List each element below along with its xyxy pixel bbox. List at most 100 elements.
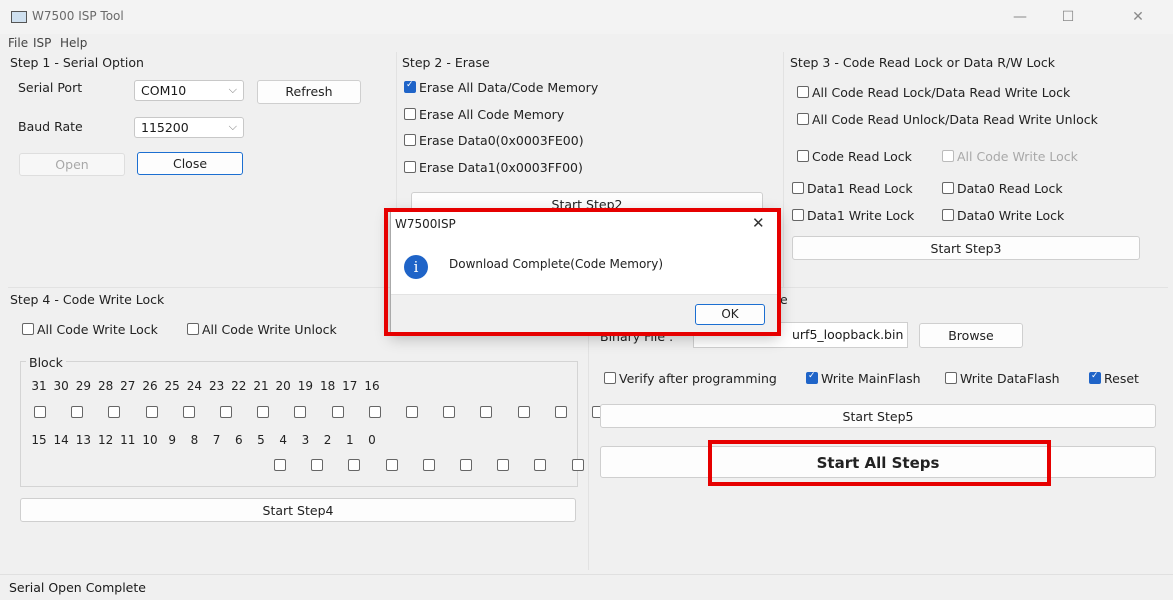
block-checkbox[interactable]: [311, 459, 324, 471]
block-checkbox[interactable]: [422, 459, 435, 471]
verify-after-programming-checkbox[interactable]: Verify after programming: [604, 371, 777, 386]
menu-help[interactable]: Help: [60, 36, 87, 50]
all-code-read-lock-checkbox[interactable]: All Code Read Lock/Data Read Write Lock: [797, 85, 1070, 100]
baud-rate-select[interactable]: 115200 ⌵: [134, 117, 244, 138]
data1-read-lock-checkbox[interactable]: Data1 Read Lock: [792, 181, 913, 196]
erase-data1-checkbox[interactable]: Erase Data1(0x0003FF00): [404, 160, 583, 175]
block-number: 15: [31, 433, 47, 447]
block-checkbox[interactable]: [220, 406, 232, 418]
checkbox-icon: [604, 372, 616, 384]
block-number: 6: [234, 433, 243, 447]
checkbox-icon: [942, 209, 954, 221]
start-all-steps-button[interactable]: Start All Steps: [600, 446, 1156, 478]
checkbox-icon: [797, 150, 809, 162]
data0-write-lock-checkbox[interactable]: Data0 Write Lock: [942, 208, 1064, 223]
erase-all-code-checkbox[interactable]: Erase All Code Memory: [404, 107, 564, 122]
block-checkbox[interactable]: [34, 406, 46, 418]
block-checkbox[interactable]: [460, 459, 472, 471]
all-code-write-unlock-checkbox[interactable]: All Code Write Unlock: [187, 322, 337, 337]
block-checkbox[interactable]: [71, 406, 84, 418]
close-window-button[interactable]: ✕: [1118, 4, 1158, 30]
write-dataflash-checkbox[interactable]: Write DataFlash: [945, 371, 1060, 386]
dialog-close-icon[interactable]: ✕: [752, 214, 765, 232]
block-number: 29: [75, 379, 92, 393]
block-checkbox[interactable]: [331, 406, 344, 418]
ok-button[interactable]: OK: [695, 304, 765, 325]
divider: [783, 52, 784, 287]
block-checkbox[interactable]: [517, 406, 530, 418]
block-checkbox[interactable]: [368, 406, 381, 418]
block-number: 20: [275, 379, 291, 393]
all-code-read-unlock-checkbox[interactable]: All Code Read Unlock/Data Read Write Unl…: [797, 112, 1098, 127]
erase-all-data-code-checkbox[interactable]: Erase All Data/Code Memory: [404, 80, 598, 95]
block-number: 1: [345, 433, 354, 447]
block-number: 19: [297, 379, 314, 393]
start-step4-button[interactable]: Start Step4: [20, 498, 576, 522]
minimize-button[interactable]: —: [1000, 4, 1040, 30]
block-checkbox[interactable]: [571, 459, 584, 471]
block-checkbox[interactable]: [443, 406, 456, 418]
block-checkbox[interactable]: [406, 406, 418, 418]
open-button[interactable]: Open: [19, 153, 125, 176]
reset-checkbox[interactable]: Reset: [1089, 371, 1139, 386]
block-checkbox[interactable]: [108, 406, 121, 418]
title-bar: [0, 0, 1173, 34]
all-code-write-lock-step4-checkbox[interactable]: All Code Write Lock: [22, 322, 158, 337]
menu-file[interactable]: File: [8, 36, 28, 50]
data0-read-lock-checkbox[interactable]: Data0 Read Lock: [942, 181, 1063, 196]
start-step3-button[interactable]: Start Step3: [792, 236, 1140, 260]
window-title: W7500 ISP Tool: [32, 9, 124, 23]
erase-data0-checkbox[interactable]: Erase Data0(0x0003FE00): [404, 133, 584, 148]
browse-button[interactable]: Browse: [919, 323, 1023, 348]
dialog-message: Download Complete(Code Memory): [449, 257, 663, 271]
block-number: 22: [231, 379, 247, 393]
block-number: 25: [164, 379, 180, 393]
block-number: 30: [53, 379, 69, 393]
block-checkbox[interactable]: [534, 459, 547, 471]
status-text: Serial Open Complete: [9, 580, 146, 595]
block-number: 17: [342, 379, 358, 393]
block-checkbox[interactable]: [554, 406, 567, 418]
block-checkbox[interactable]: [145, 406, 158, 418]
code-read-lock-checkbox[interactable]: Code Read Lock: [797, 149, 912, 164]
block-number: 27: [120, 379, 136, 393]
checkbox-checked-icon: [404, 80, 416, 93]
block-checkbox[interactable]: [480, 406, 493, 418]
close-port-button[interactable]: Close: [137, 152, 243, 175]
block-number: 9: [168, 433, 176, 447]
refresh-button[interactable]: Refresh: [257, 80, 361, 104]
serial-port-select[interactable]: COM10 ⌵: [134, 80, 244, 101]
checkbox-icon: [404, 108, 416, 120]
baud-rate-value: 115200: [141, 120, 189, 135]
block-checkbox[interactable]: [294, 406, 307, 418]
block-number: 13: [75, 433, 92, 447]
block-checkbox[interactable]: [385, 459, 398, 471]
block-number: 4: [279, 433, 287, 447]
block-number: 14: [53, 433, 69, 447]
checkbox-icon: [187, 323, 199, 335]
block-number: 26: [142, 379, 158, 393]
checkbox-checked-icon: [806, 371, 818, 384]
checkbox-icon: [945, 372, 957, 384]
start-step5-button[interactable]: Start Step5: [600, 404, 1156, 428]
block-number: 18: [319, 379, 336, 393]
checkbox-icon: [797, 113, 809, 125]
block-checkbox[interactable]: [257, 406, 270, 418]
block-number: 16: [364, 379, 380, 393]
block-checkbox[interactable]: [182, 406, 195, 418]
maximize-button[interactable]: ☐: [1048, 4, 1088, 30]
menu-isp[interactable]: ISP: [33, 36, 51, 50]
write-mainflash-checkbox[interactable]: Write MainFlash: [806, 371, 921, 386]
checkbox-icon: [792, 209, 804, 221]
info-icon: i: [404, 255, 428, 279]
block-number: 2: [323, 433, 332, 447]
status-bar: [0, 574, 1173, 600]
checkbox-icon: [942, 182, 954, 194]
data1-write-lock-checkbox[interactable]: Data1 Write Lock: [792, 208, 914, 223]
block-number: 0: [368, 433, 376, 447]
block-number: 12: [97, 433, 114, 447]
block-checkbox[interactable]: [274, 459, 286, 471]
block-checkbox[interactable]: [348, 459, 361, 471]
block-checkbox[interactable]: [497, 459, 510, 471]
step2-title: Step 2 - Erase: [402, 55, 490, 70]
